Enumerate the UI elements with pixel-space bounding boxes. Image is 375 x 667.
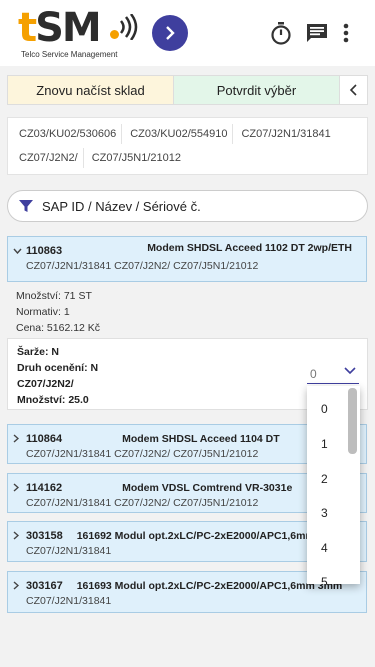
- location-chip[interactable]: CZ07/J2N1/31841: [236, 124, 335, 144]
- item-name: Modem VDSL Comtrend VR-3031e: [122, 481, 293, 494]
- forward-button[interactable]: [152, 15, 188, 51]
- chevron-right-icon: [13, 531, 25, 540]
- detail-quantity: Množství: 71 ST: [16, 290, 92, 302]
- item-name: 161693 Modul opt.2xLC/PC-2xE2000/APC1,6m…: [76, 579, 343, 592]
- chevron-right-icon: [166, 26, 175, 40]
- more-vert-icon: [343, 23, 349, 43]
- location-chip[interactable]: CZ03/KU02/554910: [125, 124, 234, 144]
- dropdown-option[interactable]: 0: [321, 402, 328, 416]
- item-locations: CZ07/J2N1/31841 CZ07/J2N2/ CZ07/J5N1/210…: [26, 260, 259, 272]
- chevron-right-icon: [13, 483, 25, 492]
- item-name: Modem SHDSL Acceed 1104 DT: [122, 432, 280, 445]
- location-chip[interactable]: CZ03/KU02/530606: [14, 124, 123, 144]
- item-id: 303158: [26, 529, 63, 542]
- chevron-down-icon: [13, 248, 25, 254]
- message-icon: [307, 24, 327, 42]
- logo-wordmark: tSM: [18, 5, 102, 51]
- chevron-right-icon: [13, 434, 25, 443]
- chevron-left-icon: [349, 84, 357, 96]
- logo-letter: t: [18, 5, 37, 51]
- quantity-select-value: 0: [310, 366, 317, 381]
- dropdown-option[interactable]: 1: [321, 437, 328, 451]
- filter-icon: [19, 200, 33, 212]
- collapse-button[interactable]: [340, 76, 367, 104]
- item-id: 114162: [26, 481, 63, 494]
- dropdown-option[interactable]: 4: [321, 541, 328, 555]
- item-locations: CZ07/J2N1/31841: [26, 595, 112, 607]
- chevron-right-icon: [13, 581, 25, 590]
- action-bar: Znovu načíst sklad Potvrdit výběr: [7, 75, 368, 105]
- item-id: 303167: [26, 579, 63, 592]
- signal-waves-icon: [119, 14, 138, 40]
- dropdown-scrollbar[interactable]: [348, 388, 357, 454]
- search-placeholder: SAP ID / Název / Sériové č.: [42, 198, 201, 214]
- dropdown-option[interactable]: 3: [321, 506, 328, 520]
- item-id: 110863: [26, 244, 63, 257]
- item-header: 110863 Modem SHDSL Acceed 1102 DT 2wp/ET…: [8, 242, 366, 259]
- quantity-select[interactable]: 0: [307, 364, 359, 384]
- timer-button[interactable]: [268, 20, 294, 46]
- batch-charge: Šarže: N: [17, 346, 60, 358]
- logo-word: SM: [35, 5, 102, 51]
- item-details: Množství: 71 ST Normativ: 1 Cena: 5162.1…: [16, 288, 100, 336]
- detail-norm: Normativ: 1: [16, 306, 70, 318]
- quantity-dropdown: 0 1 2 3 4 5: [307, 386, 360, 584]
- messages-button[interactable]: [304, 20, 330, 46]
- tsm-logo: tSM Telco Service Management: [18, 6, 143, 62]
- reload-stock-button[interactable]: Znovu načíst sklad: [8, 76, 174, 104]
- more-menu-button[interactable]: [333, 20, 359, 46]
- chevron-down-icon: [344, 367, 356, 375]
- footer-spacer: [0, 627, 375, 667]
- dropdown-option[interactable]: 5: [321, 575, 328, 584]
- timer-icon: [271, 22, 291, 45]
- search-input[interactable]: SAP ID / Název / Sériové č.: [7, 190, 368, 222]
- confirm-selection-button[interactable]: Potvrdit výběr: [174, 76, 340, 104]
- location-chip[interactable]: CZ07/J2N2/: [14, 148, 84, 168]
- location-filter-list: CZ03/KU02/530606 CZ03/KU02/554910 CZ07/J…: [7, 117, 368, 175]
- logo-subtitle: Telco Service Management: [21, 50, 118, 59]
- app-header: tSM Telco Service Management: [0, 0, 375, 66]
- item-name: 161692 Modul opt.2xLC/PC-2xE2000/APC1,6m…: [76, 529, 343, 542]
- detail-price: Cena: 5162.12 Kč: [16, 322, 101, 334]
- dropdown-option[interactable]: 2: [321, 472, 328, 486]
- item-id: 110864: [26, 432, 63, 445]
- list-item[interactable]: 110863 Modem SHDSL Acceed 1102 DT 2wp/ET…: [7, 236, 367, 282]
- location-chip[interactable]: CZ07/J5N1/21012: [87, 148, 186, 168]
- item-name: Modem SHDSL Acceed 1102 DT 2wp/ETH: [147, 242, 352, 254]
